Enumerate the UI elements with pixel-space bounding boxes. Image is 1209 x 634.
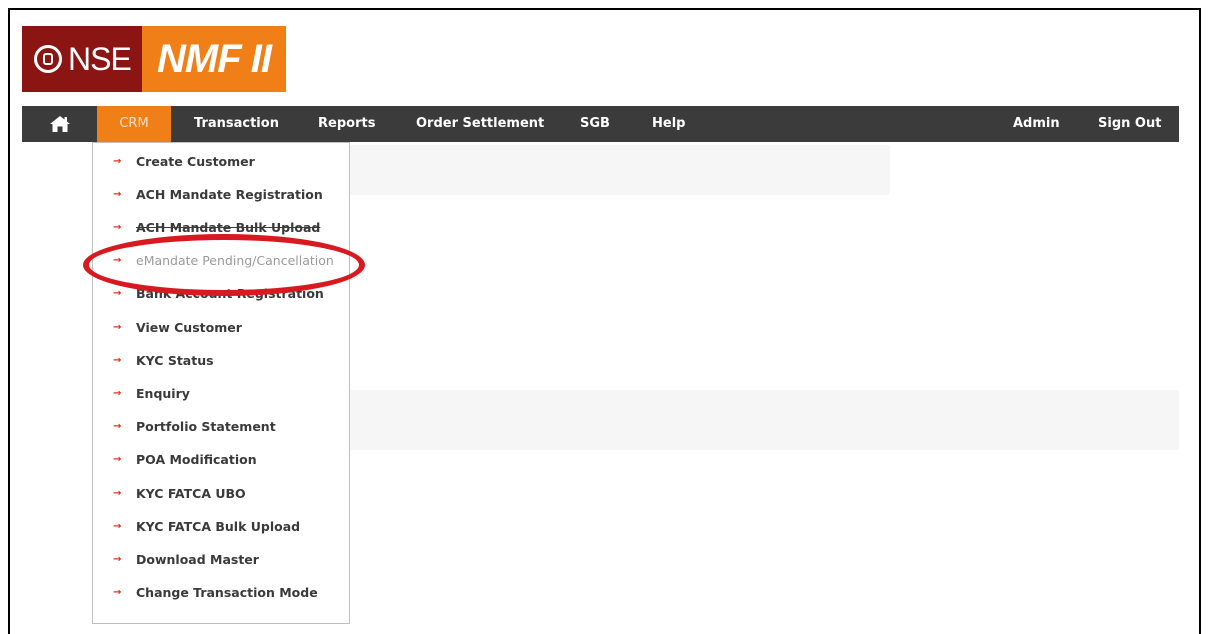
arrow-right-icon: → [113,454,122,465]
menu-item-label: KYC FATCA UBO [136,486,246,501]
nse-emblem-icon [34,45,62,73]
arrow-right-icon: → [113,255,122,266]
menu-item-emandate-pending-cancellation[interactable]: → eMandate Pending/Cancellation [93,250,349,272]
menu-item-kyc-status[interactable]: → KYC Status [93,350,349,372]
home-icon[interactable] [49,115,71,133]
menu-item-create-customer[interactable]: → Create Customer [93,151,349,173]
arrow-right-icon: → [113,189,122,200]
menu-item-ach-mandate-bulk-upload[interactable]: → ACH Mandate Bulk Upload [93,217,349,239]
menu-item-label: Create Customer [136,154,255,169]
menu-item-kyc-fatca-bulk-upload[interactable]: → KYC FATCA Bulk Upload [93,516,349,538]
menu-item-label: View Customer [136,320,242,335]
arrow-right-icon: → [113,587,122,598]
nav-sgb[interactable]: SGB [580,106,610,142]
arrow-right-icon: → [113,421,122,432]
menu-item-portfolio-statement[interactable]: → Portfolio Statement [93,416,349,438]
menu-item-view-customer[interactable]: → View Customer [93,317,349,339]
menu-item-enquiry[interactable]: → Enquiry [93,383,349,405]
menu-item-bank-account-registration[interactable]: → Bank Account Registration [93,283,349,305]
nav-order-settlement[interactable]: Order Settlement [416,106,544,142]
menu-item-label: KYC FATCA Bulk Upload [136,519,301,534]
arrow-right-icon: → [113,388,122,399]
background-band [350,390,1179,450]
menu-item-label: ACH Mandate Bulk Upload [136,220,321,235]
arrow-right-icon: → [113,521,122,532]
crm-dropdown-menu: → Create Customer → ACH Mandate Registra… [92,142,350,624]
menu-item-label: ACH Mandate Registration [136,187,323,202]
menu-item-label: Bank Account Registration [136,286,324,301]
arrow-right-icon: → [113,322,122,333]
arrow-right-icon: → [113,288,122,299]
menu-item-poa-modification[interactable]: → POA Modification [93,449,349,471]
logo-nse-text: NSE [68,40,132,77]
nav-transaction[interactable]: Transaction [194,106,279,142]
menu-item-ach-mandate-registration[interactable]: → ACH Mandate Registration [93,184,349,206]
nse-logo: NSE [22,26,142,92]
menu-item-label: Portfolio Statement [136,419,276,434]
nav-admin[interactable]: Admin [1013,106,1060,142]
app-logo[interactable]: NSE NMF II [22,26,286,92]
nmf-logo: NMF II [142,26,286,92]
nav-reports[interactable]: Reports [318,106,375,142]
main-nav: CRM Transaction Reports Order Settlement… [22,106,1179,142]
menu-item-label: POA Modification [136,452,257,467]
arrow-right-icon: → [113,156,122,167]
menu-item-label: KYC Status [136,353,214,368]
arrow-right-icon: → [113,488,122,499]
menu-item-label: Download Master [136,552,259,567]
arrow-right-icon: → [113,554,122,565]
arrow-right-icon: → [113,355,122,366]
menu-item-label: Enquiry [136,386,190,401]
arrow-right-icon: → [113,222,122,233]
menu-item-label: eMandate Pending/Cancellation [136,253,334,268]
menu-item-change-transaction-mode[interactable]: → Change Transaction Mode [93,582,349,604]
menu-item-label: Change Transaction Mode [136,585,318,600]
menu-item-download-master[interactable]: → Download Master [93,549,349,571]
background-band [350,145,890,195]
nav-help[interactable]: Help [652,106,685,142]
menu-item-kyc-fatca-ubo[interactable]: → KYC FATCA UBO [93,483,349,505]
nav-crm[interactable]: CRM [97,106,171,142]
nav-sign-out[interactable]: Sign Out [1098,106,1161,142]
